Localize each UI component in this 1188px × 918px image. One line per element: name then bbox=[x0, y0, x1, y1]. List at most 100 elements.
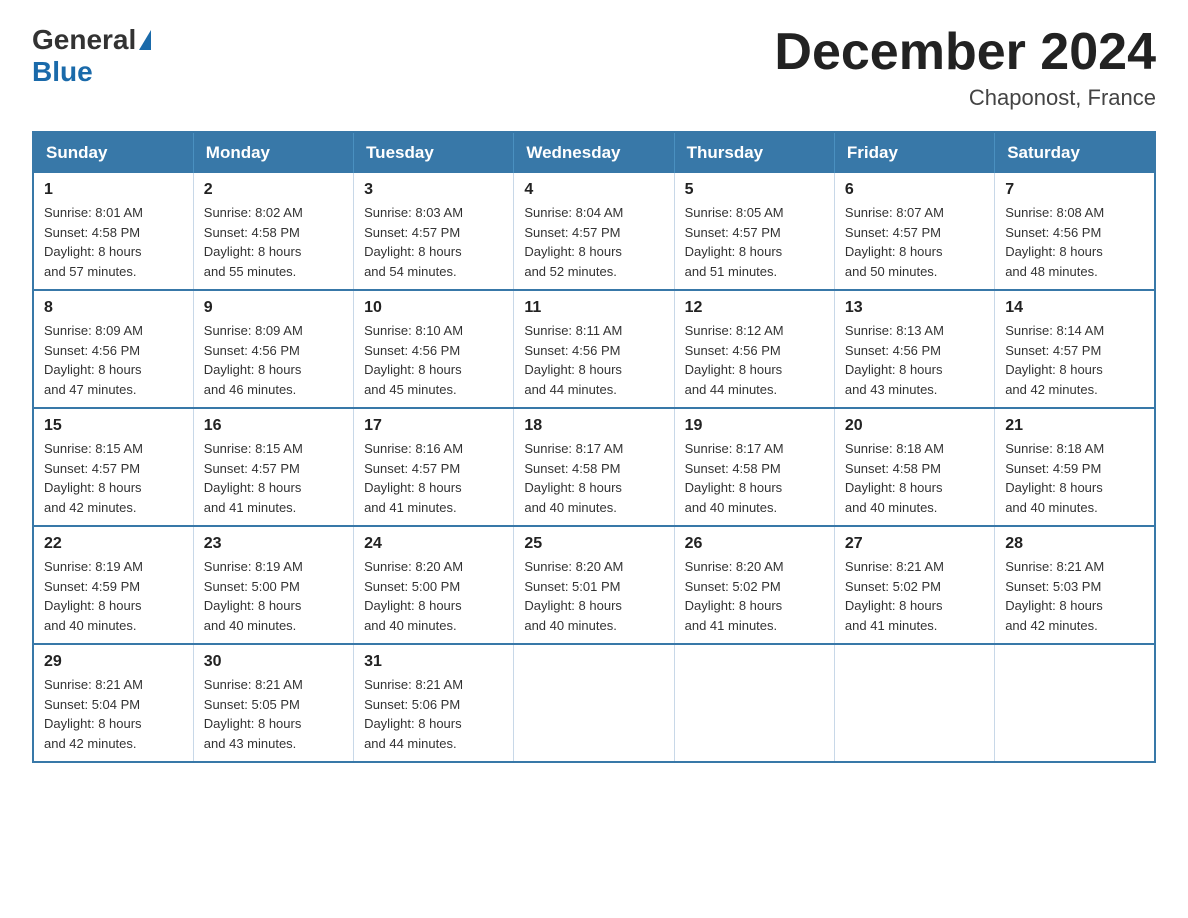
day-number: 28 bbox=[1005, 535, 1144, 553]
day-number: 18 bbox=[524, 417, 663, 435]
title-block: December 2024 Chaponost, France bbox=[774, 24, 1156, 111]
day-number: 13 bbox=[845, 299, 984, 317]
day-number: 14 bbox=[1005, 299, 1144, 317]
day-info: Sunrise: 8:19 AMSunset: 5:00 PMDaylight:… bbox=[204, 559, 303, 633]
calendar-table: SundayMondayTuesdayWednesdayThursdayFrid… bbox=[32, 131, 1156, 763]
calendar-cell: 30 Sunrise: 8:21 AMSunset: 5:05 PMDaylig… bbox=[193, 644, 353, 762]
calendar-week-1: 1 Sunrise: 8:01 AMSunset: 4:58 PMDayligh… bbox=[33, 173, 1155, 290]
day-number: 22 bbox=[44, 535, 183, 553]
logo-blue-text: Blue bbox=[32, 56, 93, 87]
logo-triangle-icon bbox=[139, 30, 151, 50]
day-number: 7 bbox=[1005, 181, 1144, 199]
calendar-cell: 11 Sunrise: 8:11 AMSunset: 4:56 PMDaylig… bbox=[514, 290, 674, 408]
calendar-cell: 10 Sunrise: 8:10 AMSunset: 4:56 PMDaylig… bbox=[354, 290, 514, 408]
day-info: Sunrise: 8:15 AMSunset: 4:57 PMDaylight:… bbox=[204, 441, 303, 515]
calendar-cell bbox=[514, 644, 674, 762]
day-info: Sunrise: 8:18 AMSunset: 4:59 PMDaylight:… bbox=[1005, 441, 1104, 515]
day-info: Sunrise: 8:19 AMSunset: 4:59 PMDaylight:… bbox=[44, 559, 143, 633]
day-info: Sunrise: 8:05 AMSunset: 4:57 PMDaylight:… bbox=[685, 205, 784, 279]
day-info: Sunrise: 8:10 AMSunset: 4:56 PMDaylight:… bbox=[364, 323, 463, 397]
day-info: Sunrise: 8:20 AMSunset: 5:00 PMDaylight:… bbox=[364, 559, 463, 633]
calendar-cell: 24 Sunrise: 8:20 AMSunset: 5:00 PMDaylig… bbox=[354, 526, 514, 644]
calendar-cell: 19 Sunrise: 8:17 AMSunset: 4:58 PMDaylig… bbox=[674, 408, 834, 526]
calendar-cell: 25 Sunrise: 8:20 AMSunset: 5:01 PMDaylig… bbox=[514, 526, 674, 644]
logo-general-text: General bbox=[32, 24, 136, 56]
column-header-sunday: Sunday bbox=[33, 132, 193, 173]
calendar-cell: 3 Sunrise: 8:03 AMSunset: 4:57 PMDayligh… bbox=[354, 173, 514, 290]
calendar-cell: 9 Sunrise: 8:09 AMSunset: 4:56 PMDayligh… bbox=[193, 290, 353, 408]
day-number: 17 bbox=[364, 417, 503, 435]
day-info: Sunrise: 8:03 AMSunset: 4:57 PMDaylight:… bbox=[364, 205, 463, 279]
page-header: General Blue December 2024 Chaponost, Fr… bbox=[32, 24, 1156, 111]
day-number: 25 bbox=[524, 535, 663, 553]
day-number: 30 bbox=[204, 653, 343, 671]
day-info: Sunrise: 8:11 AMSunset: 4:56 PMDaylight:… bbox=[524, 323, 622, 397]
calendar-cell: 15 Sunrise: 8:15 AMSunset: 4:57 PMDaylig… bbox=[33, 408, 193, 526]
calendar-cell bbox=[834, 644, 994, 762]
calendar-week-3: 15 Sunrise: 8:15 AMSunset: 4:57 PMDaylig… bbox=[33, 408, 1155, 526]
column-header-tuesday: Tuesday bbox=[354, 132, 514, 173]
day-number: 9 bbox=[204, 299, 343, 317]
calendar-cell: 6 Sunrise: 8:07 AMSunset: 4:57 PMDayligh… bbox=[834, 173, 994, 290]
day-info: Sunrise: 8:21 AMSunset: 5:03 PMDaylight:… bbox=[1005, 559, 1104, 633]
column-header-wednesday: Wednesday bbox=[514, 132, 674, 173]
location-title: Chaponost, France bbox=[774, 85, 1156, 111]
day-info: Sunrise: 8:16 AMSunset: 4:57 PMDaylight:… bbox=[364, 441, 463, 515]
calendar-cell: 20 Sunrise: 8:18 AMSunset: 4:58 PMDaylig… bbox=[834, 408, 994, 526]
day-number: 21 bbox=[1005, 417, 1144, 435]
day-number: 16 bbox=[204, 417, 343, 435]
calendar-cell: 21 Sunrise: 8:18 AMSunset: 4:59 PMDaylig… bbox=[995, 408, 1155, 526]
calendar-cell: 23 Sunrise: 8:19 AMSunset: 5:00 PMDaylig… bbox=[193, 526, 353, 644]
day-info: Sunrise: 8:20 AMSunset: 5:02 PMDaylight:… bbox=[685, 559, 784, 633]
calendar-cell: 1 Sunrise: 8:01 AMSunset: 4:58 PMDayligh… bbox=[33, 173, 193, 290]
day-info: Sunrise: 8:18 AMSunset: 4:58 PMDaylight:… bbox=[845, 441, 944, 515]
calendar-cell: 18 Sunrise: 8:17 AMSunset: 4:58 PMDaylig… bbox=[514, 408, 674, 526]
column-header-thursday: Thursday bbox=[674, 132, 834, 173]
day-number: 20 bbox=[845, 417, 984, 435]
day-number: 15 bbox=[44, 417, 183, 435]
calendar-cell: 22 Sunrise: 8:19 AMSunset: 4:59 PMDaylig… bbox=[33, 526, 193, 644]
calendar-cell: 4 Sunrise: 8:04 AMSunset: 4:57 PMDayligh… bbox=[514, 173, 674, 290]
day-number: 2 bbox=[204, 181, 343, 199]
calendar-cell: 8 Sunrise: 8:09 AMSunset: 4:56 PMDayligh… bbox=[33, 290, 193, 408]
calendar-header-row: SundayMondayTuesdayWednesdayThursdayFrid… bbox=[33, 132, 1155, 173]
day-number: 19 bbox=[685, 417, 824, 435]
calendar-cell: 26 Sunrise: 8:20 AMSunset: 5:02 PMDaylig… bbox=[674, 526, 834, 644]
day-number: 8 bbox=[44, 299, 183, 317]
day-info: Sunrise: 8:21 AMSunset: 5:05 PMDaylight:… bbox=[204, 677, 303, 751]
day-info: Sunrise: 8:20 AMSunset: 5:01 PMDaylight:… bbox=[524, 559, 623, 633]
calendar-week-2: 8 Sunrise: 8:09 AMSunset: 4:56 PMDayligh… bbox=[33, 290, 1155, 408]
day-info: Sunrise: 8:17 AMSunset: 4:58 PMDaylight:… bbox=[685, 441, 784, 515]
day-number: 4 bbox=[524, 181, 663, 199]
calendar-cell: 13 Sunrise: 8:13 AMSunset: 4:56 PMDaylig… bbox=[834, 290, 994, 408]
day-number: 6 bbox=[845, 181, 984, 199]
calendar-cell: 14 Sunrise: 8:14 AMSunset: 4:57 PMDaylig… bbox=[995, 290, 1155, 408]
calendar-cell: 12 Sunrise: 8:12 AMSunset: 4:56 PMDaylig… bbox=[674, 290, 834, 408]
day-info: Sunrise: 8:09 AMSunset: 4:56 PMDaylight:… bbox=[204, 323, 303, 397]
day-info: Sunrise: 8:17 AMSunset: 4:58 PMDaylight:… bbox=[524, 441, 623, 515]
column-header-friday: Friday bbox=[834, 132, 994, 173]
day-info: Sunrise: 8:21 AMSunset: 5:06 PMDaylight:… bbox=[364, 677, 463, 751]
calendar-cell: 17 Sunrise: 8:16 AMSunset: 4:57 PMDaylig… bbox=[354, 408, 514, 526]
day-number: 3 bbox=[364, 181, 503, 199]
calendar-cell: 5 Sunrise: 8:05 AMSunset: 4:57 PMDayligh… bbox=[674, 173, 834, 290]
day-info: Sunrise: 8:07 AMSunset: 4:57 PMDaylight:… bbox=[845, 205, 944, 279]
day-info: Sunrise: 8:08 AMSunset: 4:56 PMDaylight:… bbox=[1005, 205, 1104, 279]
day-info: Sunrise: 8:13 AMSunset: 4:56 PMDaylight:… bbox=[845, 323, 944, 397]
calendar-cell bbox=[995, 644, 1155, 762]
day-info: Sunrise: 8:12 AMSunset: 4:56 PMDaylight:… bbox=[685, 323, 784, 397]
calendar-cell: 31 Sunrise: 8:21 AMSunset: 5:06 PMDaylig… bbox=[354, 644, 514, 762]
day-info: Sunrise: 8:01 AMSunset: 4:58 PMDaylight:… bbox=[44, 205, 143, 279]
calendar-cell: 29 Sunrise: 8:21 AMSunset: 5:04 PMDaylig… bbox=[33, 644, 193, 762]
month-title: December 2024 bbox=[774, 24, 1156, 81]
calendar-cell: 28 Sunrise: 8:21 AMSunset: 5:03 PMDaylig… bbox=[995, 526, 1155, 644]
logo: General Blue bbox=[32, 24, 151, 88]
day-info: Sunrise: 8:14 AMSunset: 4:57 PMDaylight:… bbox=[1005, 323, 1104, 397]
day-number: 11 bbox=[524, 299, 663, 317]
day-number: 12 bbox=[685, 299, 824, 317]
day-info: Sunrise: 8:02 AMSunset: 4:58 PMDaylight:… bbox=[204, 205, 303, 279]
day-number: 24 bbox=[364, 535, 503, 553]
calendar-week-5: 29 Sunrise: 8:21 AMSunset: 5:04 PMDaylig… bbox=[33, 644, 1155, 762]
day-info: Sunrise: 8:09 AMSunset: 4:56 PMDaylight:… bbox=[44, 323, 143, 397]
calendar-cell: 27 Sunrise: 8:21 AMSunset: 5:02 PMDaylig… bbox=[834, 526, 994, 644]
